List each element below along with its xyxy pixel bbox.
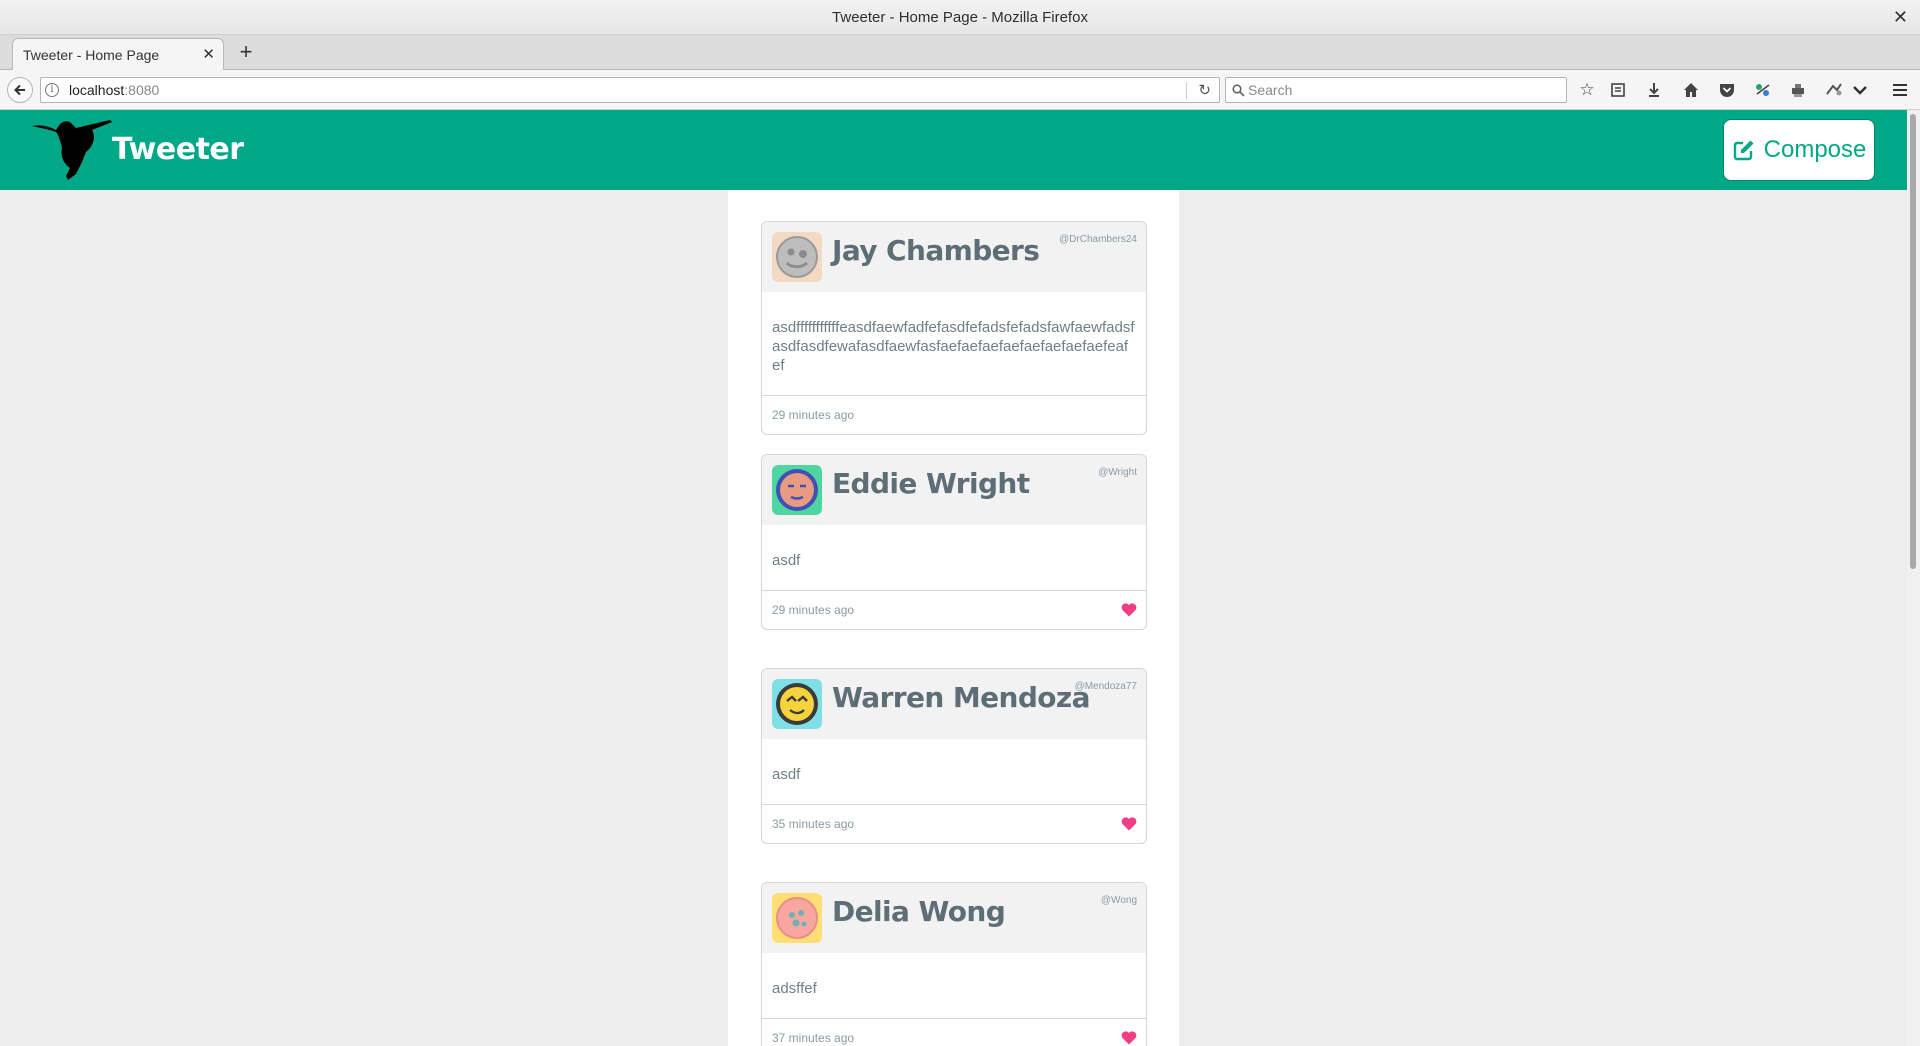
- tweet-timestamp: 35 minutes ago: [772, 817, 855, 831]
- overflow-chevron-icon[interactable]: [1849, 79, 1871, 101]
- tweet-timestamp: 29 minutes ago: [772, 408, 855, 422]
- url-bar[interactable]: i localhost:8080 ↻: [40, 77, 1220, 103]
- brand-title[interactable]: Tweeter: [112, 132, 244, 167]
- search-icon: [1232, 84, 1245, 97]
- tab-label: Tweeter - Home Page: [23, 47, 160, 63]
- tweet-footer: 35 minutes ago: [762, 805, 1146, 843]
- tweet-footer: 37 minutes ago: [762, 1019, 1146, 1046]
- search-bar: [1225, 77, 1567, 103]
- back-arrow-icon: [14, 84, 25, 96]
- user-avatar[interactable]: [772, 679, 822, 729]
- compose-button[interactable]: Compose: [1723, 119, 1875, 181]
- tab-tweeter-home[interactable]: Tweeter - Home Page ✕: [12, 38, 224, 71]
- tweet-footer: 29 minutes ago: [762, 396, 1146, 434]
- tweet-timestamp: 29 minutes ago: [772, 603, 855, 617]
- downloads-icon[interactable]: [1643, 79, 1665, 101]
- tweet-card: Jay Chambers @DrChambers24 asdffffffffff…: [761, 221, 1147, 435]
- tweet-feed: Jay Chambers @DrChambers24 asdffffffffff…: [728, 190, 1179, 1046]
- heart-icon[interactable]: [1121, 1030, 1137, 1045]
- tweet-text: asdf: [762, 525, 1146, 591]
- window-close-icon[interactable]: ✕: [1893, 0, 1908, 35]
- home-icon[interactable]: [1680, 79, 1702, 101]
- scrollbar-thumb[interactable]: [1910, 114, 1916, 569]
- page-scrollbar[interactable]: [1907, 110, 1920, 1046]
- navigation-toolbar: i localhost:8080 ↻ ☆: [0, 70, 1920, 110]
- tab-close-icon[interactable]: ✕: [202, 39, 215, 71]
- user-avatar[interactable]: [772, 893, 822, 943]
- tweet-author-name: Delia Wong: [832, 895, 1006, 928]
- tweet-author-name: Jay Chambers: [832, 234, 1040, 267]
- search-input[interactable]: [1248, 78, 1558, 102]
- bookmark-star-icon[interactable]: ☆: [1576, 79, 1598, 101]
- tweet-text: asdf: [762, 739, 1146, 805]
- tweet-author-handle: @DrChambers24: [1059, 234, 1137, 245]
- tweet-author-handle: @Wong: [1100, 895, 1137, 906]
- tweet-header: Jay Chambers @DrChambers24: [762, 222, 1146, 292]
- window-title: Tweeter - Home Page - Mozilla Firefox: [832, 9, 1088, 26]
- tweet-header: Warren Mendoza @Mendoza77: [762, 669, 1146, 739]
- url-divider: [1186, 82, 1187, 99]
- user-avatar[interactable]: [772, 465, 822, 515]
- new-tab-button[interactable]: +: [234, 41, 258, 65]
- back-button[interactable]: [7, 77, 33, 103]
- tweet-header: Delia Wong @Wong: [762, 883, 1146, 953]
- edit-square-icon: [1733, 140, 1754, 161]
- url-host: localhost: [69, 82, 125, 98]
- tweet-timestamp: 37 minutes ago: [772, 1031, 855, 1045]
- tweet-author-handle: @Mendoza77: [1074, 681, 1137, 692]
- tweet-author-name: Eddie Wright: [832, 467, 1030, 500]
- reading-list-icon[interactable]: [1607, 79, 1629, 101]
- heart-icon[interactable]: [1121, 816, 1137, 831]
- window-titlebar: Tweeter - Home Page - Mozilla Firefox ✕: [0, 0, 1920, 35]
- tweet-text: asdfffffffffffeasdfaewfadfefasdfefadsfef…: [762, 292, 1146, 396]
- url-text: localhost:8080: [69, 82, 159, 98]
- url-port: :8080: [124, 82, 160, 98]
- app-header: Tweeter Compose: [0, 110, 1907, 190]
- tweet-header: Eddie Wright @Wright: [762, 455, 1146, 525]
- site-info-icon[interactable]: i: [45, 83, 59, 97]
- tweet-author-name: Warren Mendoza: [832, 681, 1091, 714]
- tweet-card: Eddie Wright @Wright asdf 29 minutes ago: [761, 454, 1147, 630]
- heart-icon[interactable]: [1121, 602, 1137, 617]
- pocket-icon[interactable]: [1716, 79, 1738, 101]
- reload-icon[interactable]: ↻: [1198, 81, 1211, 99]
- tweet-text: adsffef: [762, 953, 1146, 1019]
- tweet-footer: 29 minutes ago: [762, 591, 1146, 629]
- tweet-card: Warren Mendoza @Mendoza77 asdf 35 minute…: [761, 668, 1147, 844]
- extension-icon-2[interactable]: [1787, 79, 1809, 101]
- tab-strip: Tweeter - Home Page ✕ +: [0, 35, 1920, 71]
- tweet-card: Delia Wong @Wong adsffef 37 minutes ago: [761, 882, 1147, 1046]
- tweet-author-handle: @Wright: [1098, 467, 1137, 478]
- page-viewport: Tweeter Compose Jay Chambers @DrChambers…: [0, 110, 1907, 1046]
- user-avatar[interactable]: [772, 232, 822, 282]
- extension-icon-3[interactable]: [1823, 79, 1845, 101]
- compose-label: Compose: [1763, 136, 1867, 163]
- hummingbird-logo-icon: [32, 120, 112, 180]
- hamburger-menu-icon[interactable]: [1889, 79, 1911, 101]
- extension-icon[interactable]: [1752, 79, 1774, 101]
